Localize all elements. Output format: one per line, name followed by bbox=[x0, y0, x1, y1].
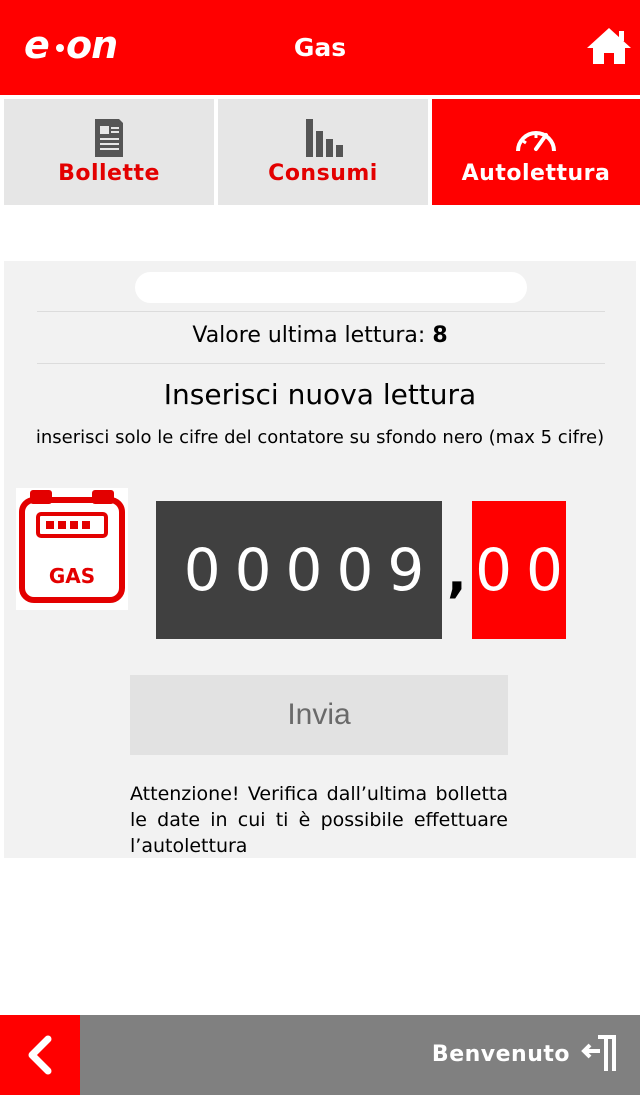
app-footer: Benvenuto bbox=[0, 1015, 640, 1095]
bar-chart-icon bbox=[306, 119, 343, 157]
digit: 9 bbox=[387, 536, 425, 604]
last-reading-label: Valore ultima lettura: bbox=[192, 323, 426, 348]
section-title: Inserisci nuova lettura bbox=[163, 378, 477, 411]
last-reading-value: 8 bbox=[432, 323, 448, 348]
tab-autolettura-label: Autolettura bbox=[461, 161, 611, 186]
home-icon bbox=[587, 28, 631, 64]
divider bbox=[37, 363, 605, 364]
tab-consumi-label: Consumi bbox=[268, 161, 378, 186]
gauge-icon bbox=[516, 131, 556, 152]
digit: 0 bbox=[183, 536, 221, 604]
meter-label: GAS bbox=[49, 564, 95, 588]
warning-text: Attenzione! Verifica dall’ultima bollett… bbox=[130, 783, 508, 857]
decimal-separator: , bbox=[447, 544, 467, 604]
digit: 0 bbox=[526, 536, 563, 604]
logout-icon bbox=[581, 1035, 616, 1071]
welcome-label: Benvenuto bbox=[431, 1042, 570, 1067]
tab-autolettura[interactable]: Autolettura bbox=[432, 99, 640, 205]
digit: 0 bbox=[234, 536, 272, 604]
divider bbox=[37, 311, 605, 312]
app-header: e on Gas bbox=[0, 0, 640, 95]
tab-bollette-label: Bollette bbox=[58, 161, 160, 186]
home-button[interactable] bbox=[585, 26, 633, 66]
svg-text:on: on bbox=[66, 23, 117, 67]
svg-text:e: e bbox=[24, 23, 49, 67]
gas-meter-icon: GAS bbox=[16, 488, 128, 610]
eon-logo: e on bbox=[22, 22, 138, 68]
digit: 0 bbox=[336, 536, 374, 604]
reading-panel: Valore ultima lettura: 8 Inserisci nuova… bbox=[4, 261, 636, 858]
reading-hint: inserisci solo le cifre del contatore su… bbox=[35, 427, 605, 448]
integer-digits-input[interactable]: 0 0 0 0 9 bbox=[156, 501, 442, 639]
digit: 0 bbox=[475, 536, 512, 604]
last-reading: Valore ultima lettura: 8 bbox=[4, 323, 636, 348]
chevron-left-icon bbox=[28, 1035, 52, 1075]
digit: 0 bbox=[285, 536, 323, 604]
logout-button[interactable] bbox=[578, 1031, 622, 1075]
tab-bollette[interactable]: Bollette bbox=[4, 99, 214, 205]
tab-consumi[interactable]: Consumi bbox=[218, 99, 428, 205]
redacted-address bbox=[135, 272, 527, 303]
send-button[interactable]: Invia bbox=[130, 675, 508, 755]
bill-icon bbox=[95, 119, 123, 157]
tab-bar: Bollette Consumi Autolettura bbox=[0, 95, 640, 205]
decimal-digits-input[interactable]: 0 0 bbox=[472, 501, 566, 639]
back-button[interactable] bbox=[0, 1015, 80, 1095]
